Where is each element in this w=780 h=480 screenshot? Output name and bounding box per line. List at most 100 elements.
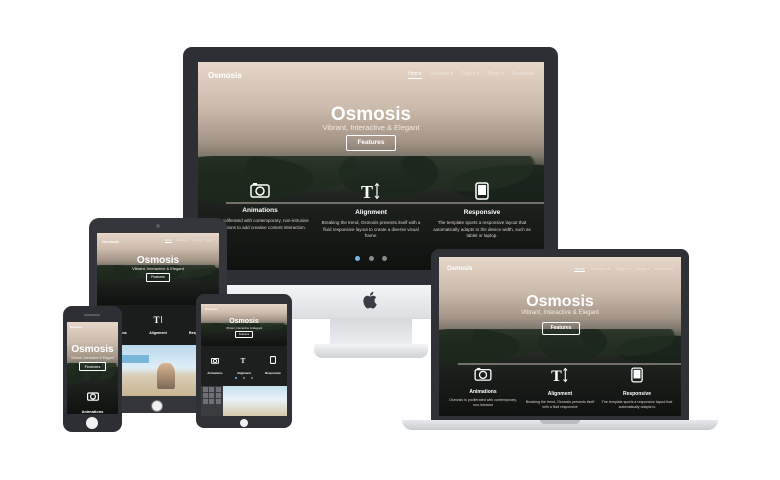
feature-alignment: T Alignment Breaking the trend, Osmosis … — [321, 182, 421, 240]
feature-animations: Animations — [67, 388, 118, 414]
svg-text:T: T — [361, 182, 373, 200]
imac-navbar: Osmosis Home Features ▾ Pages ▾ Blogs ▾ … — [198, 62, 544, 88]
feature-title: Responsive — [463, 209, 501, 216]
phone-home-button[interactable] — [86, 417, 98, 429]
nav-item-home[interactable]: Home — [408, 71, 422, 79]
nav-item-pages[interactable]: Pages ▾ — [461, 71, 479, 79]
tablet-icon — [631, 367, 643, 383]
feature-text: The template sports a responsive layout … — [601, 400, 673, 409]
site-logo[interactable]: Osmosis — [208, 71, 242, 80]
imac-foot — [314, 344, 428, 358]
feature-title: Animations — [242, 207, 278, 214]
site-logo[interactable]: Osmosis — [205, 307, 218, 311]
site-logo[interactable]: Osmosis — [70, 325, 82, 329]
camera-icon — [210, 358, 220, 364]
laptop-navbar: Osmosis Home Features ▾ Pages ▾ Blogs ▾ … — [439, 257, 681, 281]
phone-navbar: Osmosis — [67, 322, 118, 332]
slider-dot-3[interactable] — [381, 256, 387, 261]
laptop-screen: Osmosis Home Features ▾ Pages ▾ Blogs ▾ … — [439, 257, 681, 416]
hero-title: Osmosis — [136, 255, 180, 266]
hero-tagline: Vibrant, Interactive & Elegant — [225, 326, 263, 330]
feature-title: Alignment — [355, 209, 387, 216]
mini-navbar: Osmosis — [201, 304, 287, 314]
mini-gallery — [201, 386, 287, 416]
nav-item-features[interactable]: Features ▾ — [176, 239, 188, 243]
feature-responsive: Responsive The template sports a respons… — [432, 182, 532, 240]
thumbnail-grid — [201, 386, 223, 416]
person-figure — [157, 363, 175, 389]
site-logo[interactable]: Osmosis — [102, 239, 119, 244]
svg-text:T: T — [240, 357, 245, 364]
nav-item-pages[interactable]: Pages ▾ — [192, 239, 201, 243]
slider-dot-1[interactable] — [234, 377, 237, 379]
hero-title: Osmosis — [229, 318, 259, 325]
hero-tagline: Vibrant, Interactive & Elegant — [322, 123, 420, 132]
slider-dots — [201, 366, 287, 384]
features-button[interactable]: Features — [79, 362, 106, 371]
slider-dot-1[interactable] — [355, 256, 361, 261]
features-button[interactable]: Features — [346, 135, 396, 151]
nav-item-blogs[interactable]: Blogs ▾ — [487, 71, 503, 79]
svg-text:T: T — [153, 315, 159, 324]
hero-tagline: Vibrant, Interactive & Elegant — [71, 356, 114, 360]
nav-menu: Home Features ▾ Pages ▾ Blogs ▾ Download — [400, 71, 534, 79]
text-size-icon: T — [361, 182, 380, 202]
tablet-icon — [475, 182, 489, 200]
slider-dot-2[interactable] — [243, 377, 245, 379]
tablet-camera — [156, 224, 160, 228]
site-logo[interactable]: Osmosis — [447, 266, 472, 272]
bridge-rail — [458, 363, 681, 365]
feature-title: Alignment — [149, 331, 167, 335]
laptop-notch — [540, 420, 580, 424]
slider-dot-2[interactable] — [368, 256, 374, 261]
feature-animations: Animations Osmosis is proliferated with … — [447, 367, 519, 408]
nav-item-blogs[interactable]: Blogs ▾ — [205, 239, 214, 243]
nav-item-features[interactable]: Features ▾ — [591, 266, 610, 272]
features-button[interactable]: Features — [146, 273, 170, 282]
nav-item-download[interactable]: Download — [512, 71, 534, 79]
phone-speaker — [84, 314, 100, 316]
mini-hero: Osmosis Osmosis Vibrant, Interactive & E… — [201, 304, 287, 346]
text-size-icon: T — [551, 367, 568, 385]
tablet-navbar: Osmosis Home Features ▾ Pages ▾ Blogs ▾ — [97, 233, 219, 249]
tablet-home-button[interactable] — [151, 400, 163, 412]
phone-screen: Osmosis Osmosis Vibrant, Interactive & E… — [67, 322, 118, 414]
nav-item-home[interactable]: Home — [164, 239, 172, 243]
feature-text: Breaking the trend, Osmosis presents its… — [321, 220, 421, 238]
apple-logo-icon — [363, 291, 377, 309]
hero-tagline: Vibrant, Interactive & Elegant — [132, 266, 184, 271]
svg-text:T: T — [551, 368, 562, 383]
feature-text: Breaking the trend, Osmosis presents its… — [525, 400, 595, 409]
feature-title: Animations — [469, 389, 497, 395]
features-button[interactable]: Features — [542, 322, 580, 335]
nav-item-pages[interactable]: Pages ▾ — [616, 266, 630, 272]
feature-responsive: Responsive The template sports a respons… — [601, 367, 673, 410]
camera-icon — [86, 392, 99, 401]
mini-tablet-screen: Osmosis Osmosis Vibrant, Interactive & E… — [201, 304, 287, 416]
imac-screen: Osmosis Home Features ▾ Pages ▾ Blogs ▾ … — [198, 62, 544, 270]
mini-features-section: Animations T Alignment Responsive — [201, 346, 287, 386]
tablet-icon — [269, 356, 277, 364]
hero-title: Osmosis — [526, 293, 594, 310]
nav-item-blogs[interactable]: Blogs ▾ — [636, 266, 649, 272]
feature-text: Osmosis is proliferated with contemporar… — [449, 398, 517, 407]
text-size-icon: T — [153, 315, 162, 325]
nav-item-home[interactable]: Home — [574, 266, 585, 272]
hero-tagline: Vibrant, Interactive & Elegant — [521, 310, 599, 316]
nav-menu: Home Features ▾ Pages ▾ Blogs ▾ — [161, 239, 214, 243]
slider-dot-3[interactable] — [251, 377, 254, 379]
nav-menu: Home Features ▾ Pages ▾ Blogs ▾ Download — [568, 266, 673, 272]
feature-title: Alignment — [547, 391, 573, 397]
nav-item-features[interactable]: Features ▾ — [430, 71, 454, 79]
nav-item-download[interactable]: Download — [655, 266, 673, 272]
mini-tablet-home-button[interactable] — [240, 419, 248, 427]
imac-stand — [330, 318, 412, 346]
text-size-icon: T — [240, 357, 245, 365]
feature-text: The template sports a responsive layout … — [433, 220, 531, 238]
feature-title: Animations — [81, 409, 104, 414]
camera-icon — [250, 183, 270, 198]
features-button[interactable]: Features — [235, 331, 253, 338]
feature-title: Responsive — [622, 391, 652, 397]
hero-title: Osmosis — [71, 344, 114, 355]
camera-icon — [474, 367, 492, 381]
